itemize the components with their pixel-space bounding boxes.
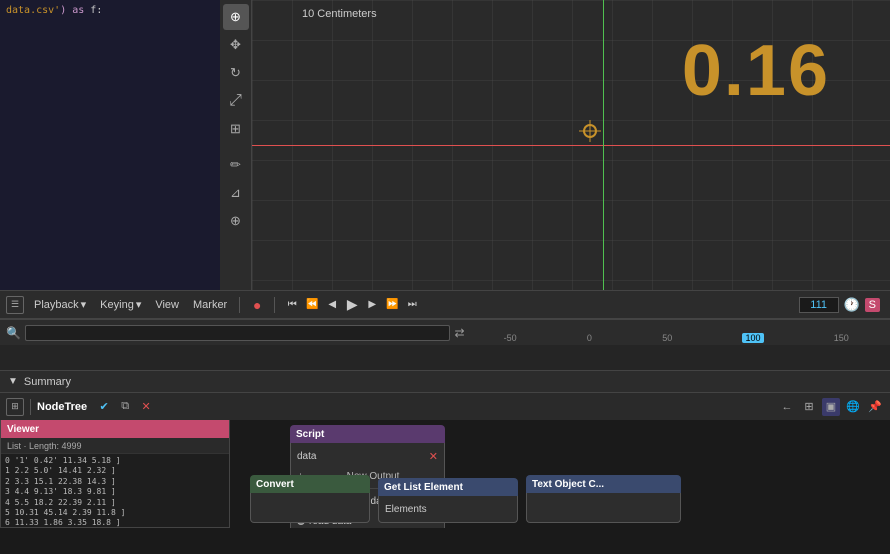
keying-menu[interactable]: Keying ▾ — [96, 296, 145, 313]
marker-menu[interactable]: Marker — [189, 297, 231, 313]
sidebar-tools: ⊕ ✥ ↻ ⤢ ⊞ ✏ ⊿ ⊕ — [220, 0, 252, 290]
view-menu[interactable]: View — [151, 297, 183, 313]
node-convert[interactable]: Convert — [250, 475, 370, 523]
viewer-panel: Viewer List · Length: 4999 0 '1' 0.42' 1… — [0, 420, 230, 528]
next-keyframe-btn[interactable]: ⏩ — [383, 296, 401, 314]
nodetree-controls: ✔ ⧉ ✕ — [95, 398, 155, 416]
swap-icon[interactable]: ⇄ — [454, 326, 464, 340]
viewport-vertical-line — [603, 0, 604, 290]
rotate-tool-icon[interactable]: ↻ — [223, 60, 249, 86]
summary-expand-icon[interactable]: ▼ — [8, 376, 18, 387]
nodetree-header: ⊞ NodeTree ✔ ⧉ ✕ ← ⊞ ▣ 🌐 📌 — [0, 392, 890, 420]
frame-current[interactable]: 111 — [799, 297, 839, 313]
play-btn[interactable]: ▶ — [343, 296, 361, 314]
viewer-row: 4 5.5 18.2 22.39 2.11 ] — [5, 498, 225, 508]
timeline-area: ☰ Playback ▾ Keying ▾ View Marker ● ⏮ ⏪ … — [0, 290, 890, 370]
measure-tool-icon[interactable]: ⊿ — [223, 180, 249, 206]
viewer-row: 1 2.2 5.0' 14.41 2.32 ] — [5, 466, 225, 476]
viewer-header: Viewer — [1, 420, 229, 438]
nodetree-copy-btn[interactable]: ⧉ — [116, 398, 134, 416]
timeline-menu-icon[interactable]: ☰ — [6, 296, 24, 314]
viewport-scale-label: 10 Centimeters — [302, 8, 377, 20]
bottom-area: Viewer List · Length: 4999 0 '1' 0.42' 1… — [0, 420, 890, 528]
nodetree-pin-btn[interactable]: 📌 — [866, 398, 884, 416]
playback-menu[interactable]: Playback ▾ — [30, 296, 90, 313]
next-frame-btn[interactable]: ▶ — [363, 296, 381, 314]
code-text: data.csv') as f: — [0, 0, 220, 22]
viewport-crosshair — [583, 124, 597, 138]
node-data-row[interactable]: data ✕ — [291, 446, 444, 466]
search-area: 🔍 ⇄ -50 0 50 100 150 — [0, 319, 890, 345]
search-icon: 🔍 — [6, 326, 21, 340]
nodetree-close-btn[interactable]: ✕ — [137, 398, 155, 416]
separator-1 — [239, 297, 240, 313]
viewer-row: 0 '1' 0.42' 11.34 5.18 ] — [5, 456, 225, 466]
timeline-right-controls: 111 🕐 S — [799, 296, 884, 314]
move-tool-icon[interactable]: ✥ — [223, 32, 249, 58]
viewer-row: 3 4.4 9.13' 18.3 9.81 ] — [5, 487, 225, 497]
viewer-row: 6 11.33 1.86 3.35 18.8 ] — [5, 518, 225, 528]
search-input[interactable] — [25, 325, 451, 341]
node-textobj-header: Text Object C... — [526, 475, 681, 493]
viewer-row: 2 3.3 15.1 22.38 14.3 ] — [5, 477, 225, 487]
summary-bar[interactable]: ▼ Summary — [0, 370, 890, 392]
code-panel: data.csv') as f: — [0, 0, 220, 290]
separator-2 — [274, 297, 275, 313]
node-editor[interactable]: Script data ✕ + New Output read data — [230, 420, 890, 528]
3d-viewport[interactable]: 10 Centimeters 0.16 — [252, 0, 890, 290]
viewer-subheader: List · Length: 4999 — [1, 438, 229, 454]
playback-controls: ⏮ ⏪ ◀ ▶ ▶ ⏩ ⏭ — [283, 296, 421, 314]
prev-keyframe-btn[interactable]: ⏪ — [303, 296, 321, 314]
tick-marks: -50 0 50 100 150 — [469, 323, 885, 343]
jump-end-btn[interactable]: ⏭ — [403, 296, 421, 314]
node-getlist-header: Get List Element — [378, 478, 518, 496]
scale-tool-icon[interactable]: ⤢ — [223, 88, 249, 114]
viewer-content: 0 '1' 0.42' 11.34 5.18 ] 1 2.2 5.0' 14.4… — [1, 454, 229, 528]
snap-btn[interactable]: S — [865, 298, 880, 312]
node-data-close[interactable]: ✕ — [429, 450, 438, 463]
bottom-nodes: Convert Get List Element Elements Text — [250, 475, 885, 523]
node-convert-header: Convert — [250, 475, 370, 493]
viewport-horizontal-line — [252, 145, 890, 146]
transform-tool-icon[interactable]: ⊞ — [223, 116, 249, 142]
summary-label: Summary — [24, 376, 71, 388]
nodetree-overlay-btn[interactable]: ▣ — [822, 398, 840, 416]
viewer-row: 5 10.31 45.14 2.39 11.8 ] — [5, 508, 225, 518]
prev-frame-btn[interactable]: ◀ — [323, 296, 341, 314]
annotate-tool-icon[interactable]: ✏ — [223, 152, 249, 178]
nodetree-name: NodeTree — [37, 401, 87, 413]
viewport-number: 0.16 — [682, 30, 830, 112]
node-textobj-body — [526, 493, 681, 523]
node-script-header: Script — [290, 425, 445, 443]
timing-icon[interactable]: 🕐 — [843, 296, 861, 314]
nodetree-shield-btn[interactable]: ✔ — [95, 398, 113, 416]
node-getlist-body: Elements — [378, 496, 518, 523]
nodetree-layout-btn[interactable]: ⊞ — [800, 398, 818, 416]
cursor-tool-icon[interactable]: ⊕ — [223, 4, 249, 30]
timeline-toolbar: ☰ Playback ▾ Keying ▾ View Marker ● ⏮ ⏪ … — [0, 291, 890, 319]
jump-start-btn[interactable]: ⏮ — [283, 296, 301, 314]
nodetree-globe-btn[interactable]: 🌐 — [844, 398, 862, 416]
timeline-ruler[interactable]: -50 0 50 100 150 — [469, 323, 885, 343]
node-textobj[interactable]: Text Object C... — [526, 475, 681, 523]
node-elements-row: Elements — [379, 499, 517, 519]
add-tool-icon[interactable]: ⊕ — [223, 208, 249, 234]
node-getlist[interactable]: Get List Element Elements — [378, 478, 518, 523]
separator — [30, 399, 31, 415]
nodetree-nav-icon[interactable]: ⊞ — [6, 398, 24, 416]
node-convert-body — [250, 493, 370, 523]
nodetree-back-btn[interactable]: ← — [778, 398, 796, 416]
record-btn[interactable]: ● — [248, 296, 266, 314]
